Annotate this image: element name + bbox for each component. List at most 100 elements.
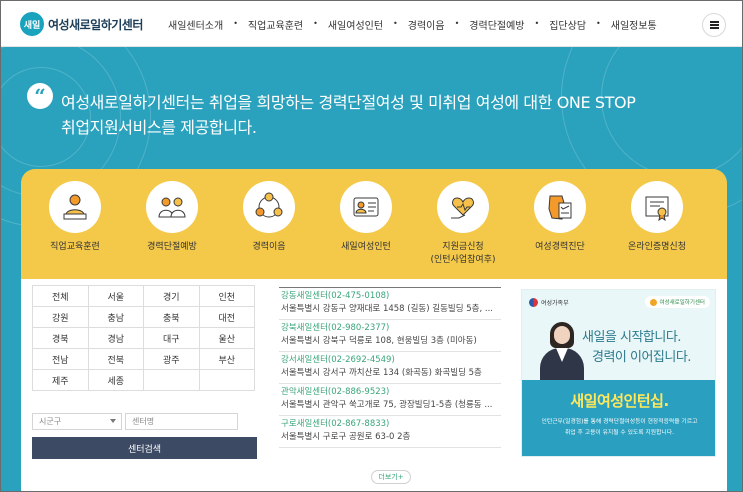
region-chungnam[interactable]: 충남 [88, 307, 144, 328]
region-ulsan[interactable]: 울산 [199, 328, 255, 349]
list-item[interactable]: 강동새일센터(02-475-0108) 서울특별시 강동구 양재대로 1458 … [279, 288, 501, 320]
region-jeju[interactable]: 제주 [33, 370, 89, 391]
brand-pill: 여성새로일하기센터 [645, 296, 710, 308]
region-seoul[interactable]: 서울 [88, 286, 144, 307]
logo-mark: 새일 [20, 12, 44, 36]
service-label: 경력이음 [252, 242, 286, 252]
more-button[interactable]: 더보기+ [371, 470, 411, 484]
logo-text: 여성새로일하기센터 [48, 17, 143, 32]
service-label: 지원금신청 (인턴사업참여후) [417, 241, 509, 267]
service-intern[interactable]: 새일여성인턴 [320, 181, 412, 254]
main-nav: 새일센터소개 • 직업교육훈련 • 새일여성인턴 • 경력이음 • 경력단절예방… [168, 17, 657, 32]
service-subsidy[interactable]: 지원금신청 (인턴사업참여후) [417, 181, 509, 267]
district-select[interactable]: 시군구 [32, 413, 122, 430]
nav-item-group-counsel[interactable]: 집단상담 [549, 17, 586, 32]
heart-hand-icon [437, 181, 489, 233]
site-header: 새일 여성새로일하기센터 새일센터소개 • 직업교육훈련 • 새일여성인턴 • … [1, 1, 742, 47]
center-name: 강북새일센터(02-980-2377) [281, 323, 390, 333]
service-career-link[interactable]: 경력이음 [223, 181, 315, 254]
banner-slogan: 경력이 이어집니다. [592, 350, 691, 365]
service-label-line: 지원금신청 [442, 242, 484, 252]
region-jeonbuk[interactable]: 전북 [88, 349, 144, 370]
nav-item-prevention[interactable]: 경력단절예방 [469, 17, 524, 32]
person-face [554, 326, 570, 344]
region-sejong[interactable]: 세종 [88, 370, 144, 391]
list-item[interactable]: 강서새일센터(02-2692-4549) 서울특별시 강서구 까치산로 134 … [279, 352, 501, 384]
ministry-name: 여성가족부 [541, 299, 569, 307]
nav-item-info[interactable]: 새일정보통 [611, 17, 657, 32]
service-label: 직업교육훈련 [50, 242, 100, 252]
region-incheon[interactable]: 인천 [199, 286, 255, 307]
region-gwangju[interactable]: 광주 [144, 349, 200, 370]
service-prevention[interactable]: 경력단절예방 [126, 181, 218, 254]
network-icon [243, 181, 295, 233]
nav-separator: • [393, 19, 398, 28]
region-empty [144, 370, 200, 391]
nav-separator: • [233, 19, 238, 28]
hero-section: “ 여성새로일하기센터는 취업을 희망하는 경력단절여성 및 미취업 여성에 대… [1, 47, 742, 491]
region-grid: 전체 서울 경기 인천 강원 충남 충북 대전 경북 경남 대구 울산 전남 전… [32, 285, 255, 391]
service-card: 직업교육훈련 경력단절예방 경력이음 새일여성인턴 지원금신청 (인턴사업참여후… [21, 169, 727, 279]
browser-frame: 새일 여성새로일하기센터 새일센터소개 • 직업교육훈련 • 새일여성인턴 • … [0, 0, 743, 492]
nav-separator: • [534, 19, 540, 28]
region-busan[interactable]: 부산 [199, 349, 255, 370]
banner-desc-line: 취업 후 고용이 유지될 수 있도록 지원합니다. [565, 430, 674, 436]
center-address: 서울특별시 강서구 까치산로 134 (화곡동) 화곡빌딩 5층 [281, 368, 482, 378]
region-jeonnam[interactable]: 전남 [33, 349, 89, 370]
center-name: 강서새일센터(02-2692-4549) [281, 355, 395, 365]
certificate-icon [631, 181, 683, 233]
quote-icon: “ [27, 83, 53, 109]
center-name: 강동새일센터(02-475-0108) [281, 291, 390, 301]
site-logo[interactable]: 새일 여성새로일하기센터 [20, 12, 143, 36]
nav-separator: • [313, 19, 318, 28]
ministry-logo: 여성가족부 [529, 297, 569, 307]
nav-item-intern[interactable]: 새일여성인턴 [328, 17, 383, 32]
service-label: 경력단절예방 [147, 242, 197, 252]
region-daegu[interactable]: 대구 [144, 328, 200, 349]
center-address: 서울특별시 강동구 양재대로 1458 (길동) 길동빌딩 5층, ... [281, 304, 493, 314]
center-address: 서울특별시 구로구 공원로 63-0 2층 [281, 432, 411, 442]
hero-headline: 여성새로일하기센터는 취업을 희망하는 경력단절여성 및 미취업 여성에 대한 … [61, 90, 731, 140]
region-chungbuk[interactable]: 충북 [144, 307, 200, 328]
nav-item-training[interactable]: 직업교육훈련 [248, 17, 303, 32]
banner-desc-line: 인턴근무(일경험)를 통해 경력단절여성등이 현장적응력을 기르고 [541, 419, 698, 425]
center-name-input[interactable]: 센터명 [125, 413, 238, 430]
center-finder-panel: 전체 서울 경기 인천 강원 충남 충북 대전 경북 경남 대구 울산 전남 전… [21, 279, 727, 491]
hamburger-icon [709, 21, 719, 29]
brand-mark-icon [650, 298, 658, 306]
center-name: 구로새일센터(02-867-8833) [281, 419, 390, 429]
region-empty [199, 370, 255, 391]
nav-item-intro[interactable]: 새일센터소개 [168, 17, 223, 32]
region-all[interactable]: 전체 [33, 286, 89, 307]
service-label: 온라인증명신청 [628, 242, 686, 252]
banner-bottom: 새일여성인턴십. 인턴근무(일경험)를 통해 경력단절여성등이 현장적응력을 기… [522, 380, 715, 456]
banner-top: 여성가족부 여성새로일하기센터 [522, 290, 715, 314]
menu-button[interactable] [702, 13, 726, 37]
chevron-down-icon [110, 419, 116, 423]
region-gyeongnam[interactable]: 경남 [88, 328, 144, 349]
banner-title: 새일여성인턴십. [570, 392, 669, 410]
nav-item-career-link[interactable]: 경력이음 [408, 17, 445, 32]
list-item[interactable]: 구로새일센터(02-867-8833) 서울특별시 구로구 공원로 63-0 2… [279, 416, 501, 448]
center-name: 관악새일센터(02-886-9523) [281, 387, 390, 397]
promo-banner[interactable]: 여성가족부 여성새로일하기센터 새일을 시작합니다. 경력이 이어집니다. 새일… [521, 289, 716, 457]
banner-slogan: 새일을 시작합니다. [582, 330, 681, 345]
service-diagnosis[interactable]: 여성경력진단 [514, 181, 606, 254]
service-certificate[interactable]: 온라인증명신청 [611, 181, 703, 254]
region-gyeonggi[interactable]: 경기 [144, 286, 200, 307]
nav-separator: • [596, 19, 601, 28]
center-search-button[interactable]: 센터검색 [32, 437, 257, 459]
list-item[interactable]: 강북새일센터(02-980-2377) 서울특별시 강북구 덕릉로 108, 현… [279, 320, 501, 352]
region-gyeongbuk[interactable]: 경북 [33, 328, 89, 349]
list-item[interactable]: 관악새일센터(02-886-9523) 서울특별시 관악구 쑥고개로 75, 광… [279, 384, 501, 416]
service-label: 새일여성인턴 [341, 242, 391, 252]
region-daejeon[interactable]: 대전 [199, 307, 255, 328]
taegeuk-icon [529, 297, 538, 307]
service-training[interactable]: 직업교육훈련 [29, 181, 121, 254]
center-name-placeholder: 센터명 [132, 417, 155, 426]
district-placeholder: 시군구 [39, 417, 62, 426]
region-gangwon[interactable]: 강원 [33, 307, 89, 328]
id-card-icon [340, 181, 392, 233]
people-icon [146, 181, 198, 233]
headline-line: 취업지원서비스를 제공합니다. [61, 118, 257, 137]
